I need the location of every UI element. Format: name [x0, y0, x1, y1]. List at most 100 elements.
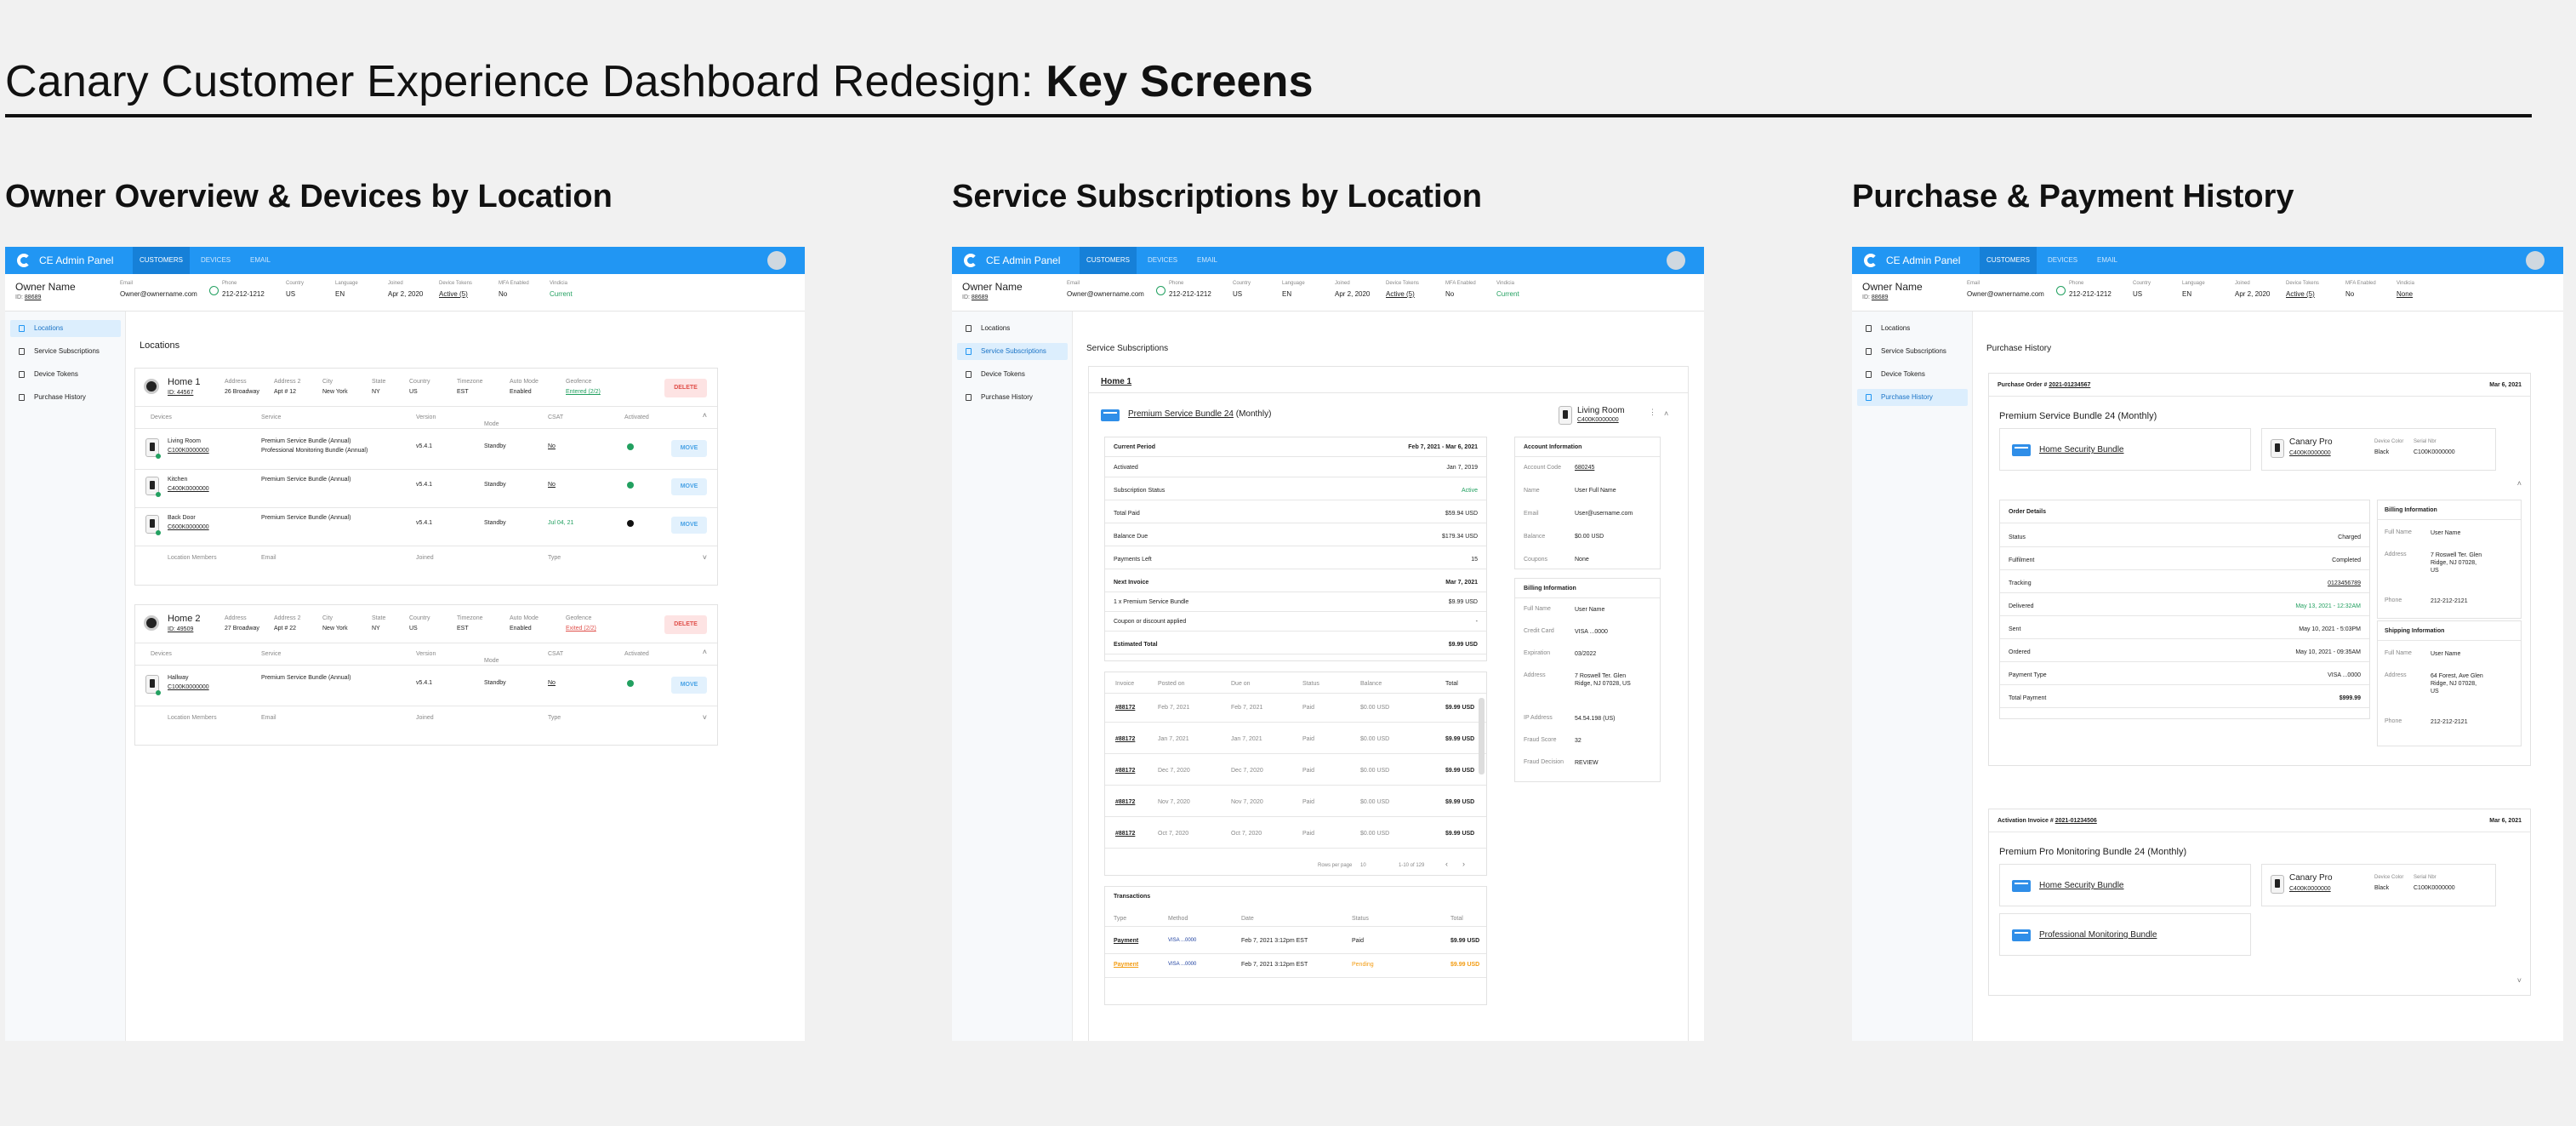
- field-value-5[interactable]: Active (5): [1386, 290, 1415, 298]
- invoice-cell: Paid: [1302, 705, 1315, 711]
- device-serial[interactable]: C400K0000000: [168, 486, 209, 492]
- sidebar-item-service-subscriptions[interactable]: Service Subscriptions: [1857, 343, 1968, 360]
- service-link[interactable]: Premium Service Bundle (Annual): [261, 477, 350, 483]
- invoice-cell[interactable]: #88172: [1115, 831, 1135, 837]
- tab-email[interactable]: EMAIL: [2090, 247, 2124, 274]
- move-device-button[interactable]: MOVE: [671, 478, 707, 495]
- sidebar-item-device-tokens[interactable]: Device Tokens: [1857, 366, 1968, 383]
- sidebar-item-purchase-history[interactable]: Purchase History: [10, 389, 121, 406]
- avatar[interactable]: [767, 251, 786, 270]
- service-link[interactable]: Premium Service Bundle (Annual): [261, 438, 350, 444]
- field-label-3: Language: [1282, 281, 1305, 286]
- avatar[interactable]: [2526, 251, 2545, 270]
- subscription-device-serial[interactable]: C400K0000000: [1577, 417, 1619, 423]
- tab-customers[interactable]: CUSTOMERS: [1080, 247, 1137, 274]
- sidebar-item-locations[interactable]: Locations: [957, 320, 1068, 337]
- tab-devices[interactable]: DEVICES: [1141, 247, 1184, 274]
- field-value-2: US: [1233, 290, 1243, 298]
- order-number-link[interactable]: 2021-01234567: [2049, 382, 2090, 388]
- sidebar-item-purchase-history[interactable]: Purchase History: [1857, 389, 1968, 406]
- field-value-5[interactable]: Active (5): [2286, 290, 2315, 298]
- bundle-name-link[interactable]: Premium Service Bundle 24: [1128, 409, 1234, 419]
- field-value-7: None: [2396, 290, 2414, 298]
- field-value-1: 212-212-1212: [222, 290, 265, 298]
- tab-devices[interactable]: DEVICES: [2041, 247, 2084, 274]
- sidebar-item-purchase-history[interactable]: Purchase History: [957, 389, 1068, 406]
- chevron-up-icon[interactable]: ˄: [1664, 409, 1668, 418]
- device-serial[interactable]: C600K0000000: [168, 524, 209, 530]
- device-csat[interactable]: No: [548, 482, 556, 488]
- current-period-label: Current Period: [1114, 444, 1156, 450]
- divider: [2000, 569, 2369, 570]
- owner-id-link[interactable]: 88689: [25, 294, 41, 300]
- info-value: 212-212-2121: [2431, 598, 2468, 604]
- chevron-down-icon[interactable]: ˅: [703, 553, 707, 562]
- chevron-right-icon[interactable]: ›: [1462, 860, 1465, 868]
- tab-devices[interactable]: DEVICES: [194, 247, 237, 274]
- bundle-item-link[interactable]: Home Security Bundle: [2039, 881, 2124, 890]
- sidebar-item-label: Locations: [34, 324, 64, 332]
- order-number-link[interactable]: 2021-01234506: [2055, 818, 2097, 824]
- delete-location-button[interactable]: DELETE: [664, 379, 707, 397]
- scrollbar[interactable]: [1479, 698, 1485, 774]
- tab-customers[interactable]: CUSTOMERS: [133, 247, 190, 274]
- avatar[interactable]: [1667, 251, 1685, 270]
- billing-field-label: Full Name: [1524, 606, 1551, 612]
- device-serial[interactable]: C100K0000000: [168, 684, 209, 690]
- device-serial[interactable]: C400K0000000: [2289, 450, 2331, 456]
- chevron-down-icon[interactable]: ˅: [2517, 976, 2522, 985]
- sidebar-item-device-tokens[interactable]: Device Tokens: [957, 366, 1068, 383]
- service-link[interactable]: Professional Monitoring Bundle (Annual): [261, 448, 368, 454]
- device-serial[interactable]: C400K0000000: [2289, 886, 2331, 892]
- sidebar-item-service-subscriptions[interactable]: Service Subscriptions: [10, 343, 121, 360]
- home-link[interactable]: Home 1: [1101, 377, 1131, 386]
- order-detail-value[interactable]: 0123456789: [2328, 580, 2361, 586]
- tab-customers[interactable]: CUSTOMERS: [1980, 247, 2037, 274]
- device-csat[interactable]: No: [548, 680, 556, 686]
- period-row-value: $59.94 USD: [1445, 511, 1478, 517]
- chevron-up-icon[interactable]: ˄: [703, 648, 707, 656]
- sidebar-item-device-tokens[interactable]: Device Tokens: [10, 366, 121, 383]
- sidebar-item-service-subscriptions[interactable]: Service Subscriptions: [957, 343, 1068, 360]
- top-bar: CE Admin Panel CUSTOMERS DEVICES EMAIL: [5, 247, 805, 274]
- pager-rows-select[interactable]: 10: [1360, 863, 1366, 868]
- invoice-cell[interactable]: #88172: [1115, 736, 1135, 742]
- transaction-cell[interactable]: Payment: [1114, 962, 1138, 968]
- location-id[interactable]: ID: 44567: [168, 390, 193, 396]
- chevron-up-icon[interactable]: ˄: [2517, 479, 2522, 488]
- bundle-item-link[interactable]: Home Security Bundle: [2039, 445, 2124, 454]
- invoice-cell[interactable]: #88172: [1115, 705, 1135, 711]
- device-version: v5.4.1: [416, 443, 433, 449]
- chevron-left-icon[interactable]: ‹: [1445, 860, 1448, 868]
- delete-location-button[interactable]: DELETE: [664, 615, 707, 634]
- period-row-value: Active: [1461, 488, 1478, 494]
- move-device-button[interactable]: MOVE: [671, 440, 707, 457]
- field-label-7: Vindicia: [550, 281, 567, 286]
- move-device-button[interactable]: MOVE: [671, 677, 707, 694]
- device-csat[interactable]: No: [548, 443, 556, 449]
- owner-id-link[interactable]: 88689: [972, 294, 988, 300]
- tab-email[interactable]: EMAIL: [243, 247, 277, 274]
- sidebar-item-locations[interactable]: Locations: [10, 320, 121, 337]
- device-status-dot: [156, 530, 161, 535]
- owner-id-link[interactable]: 88689: [1872, 294, 1888, 300]
- billing-field-label: Credit Card: [1524, 628, 1554, 634]
- transaction-cell[interactable]: Payment: [1114, 938, 1138, 944]
- device-serial[interactable]: C100K0000000: [168, 448, 209, 454]
- service-link[interactable]: Premium Service Bundle (Annual): [261, 515, 350, 521]
- tab-email[interactable]: EMAIL: [1190, 247, 1224, 274]
- sidebar-item-locations[interactable]: Locations: [1857, 320, 1968, 337]
- move-device-button[interactable]: MOVE: [671, 517, 707, 534]
- chevron-up-icon[interactable]: ˄: [703, 411, 707, 420]
- field-value-5[interactable]: Active (5): [439, 290, 468, 298]
- invoice-cell[interactable]: #88172: [1115, 768, 1135, 774]
- more-vert-icon[interactable]: ⋮: [1649, 408, 1656, 417]
- location-id[interactable]: ID: 49509: [168, 626, 193, 632]
- bundle-item-link[interactable]: Professional Monitoring Bundle: [2039, 930, 2157, 940]
- invoice-cell[interactable]: #88172: [1115, 799, 1135, 805]
- account-field-value[interactable]: 680245: [1575, 465, 1594, 471]
- divider: [1105, 926, 1486, 927]
- locations-heading: Locations: [140, 340, 180, 351]
- service-link[interactable]: Premium Service Bundle (Annual): [261, 675, 350, 681]
- chevron-down-icon[interactable]: ˅: [703, 713, 707, 722]
